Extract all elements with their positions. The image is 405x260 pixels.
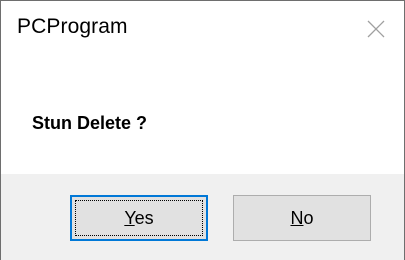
focus-rectangle — [75, 200, 203, 236]
no-mnemonic: N — [290, 207, 304, 228]
message-dialog: PCProgram Stun Delete ? Yes No — [0, 0, 405, 260]
title-bar[interactable]: PCProgram — [1, 1, 404, 63]
message-text: Stun Delete ? — [32, 113, 148, 133]
window-title: PCProgram — [17, 15, 128, 38]
no-button-label: No — [290, 208, 313, 229]
yes-button[interactable]: Yes — [70, 195, 208, 241]
button-area: Yes No — [1, 174, 404, 260]
message-area: Stun Delete ? — [1, 63, 404, 174]
no-label-rest: o — [303, 207, 314, 228]
no-button[interactable]: No — [233, 195, 371, 241]
close-icon — [367, 20, 385, 38]
close-button[interactable] — [356, 11, 396, 47]
